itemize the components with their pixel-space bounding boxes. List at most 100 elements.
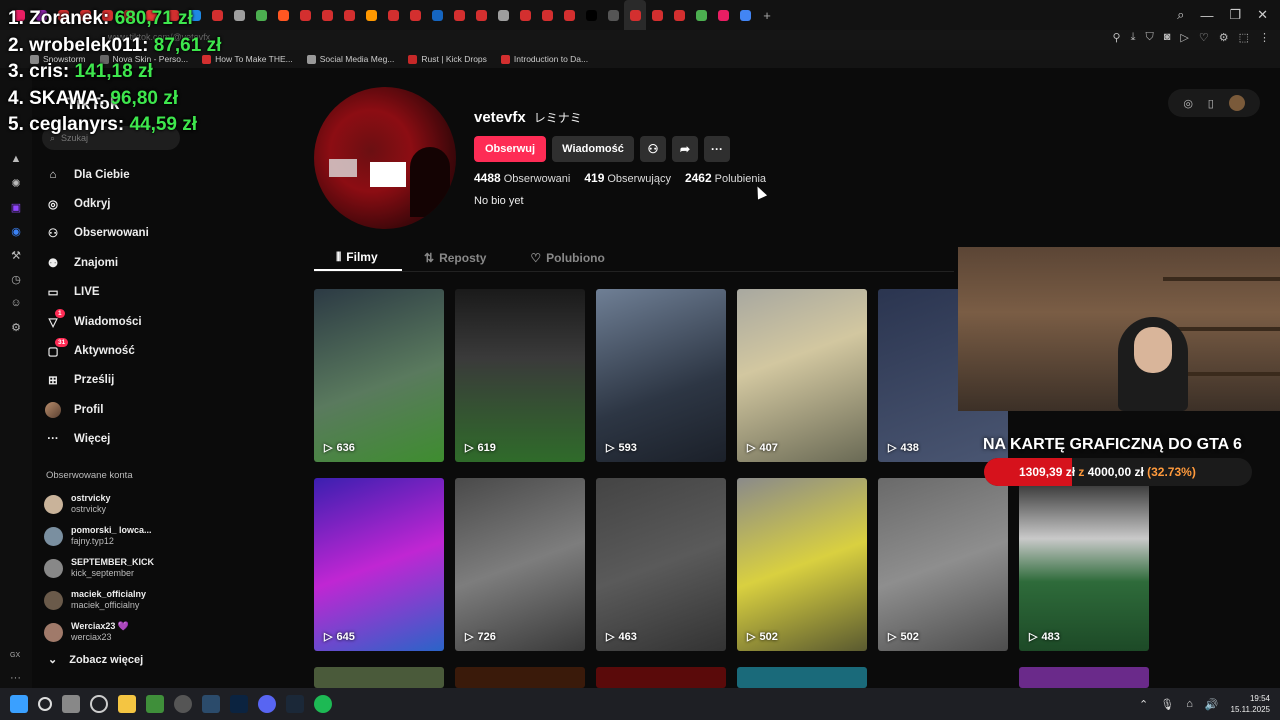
followed-account[interactable]: SEPTEMBER_KICK kick_september (44, 552, 214, 584)
video-thumbnail[interactable]: ▷ 636 (314, 289, 444, 462)
browser-tab[interactable] (404, 0, 426, 30)
windows-start-icon[interactable] (10, 695, 28, 713)
profile-avatar[interactable] (314, 87, 456, 229)
nav-item-activity[interactable]: ▢ 31 Aktywność (44, 336, 214, 365)
nav-item-following[interactable]: ⚇ Obserwowani (44, 219, 214, 248)
search-icon[interactable] (38, 697, 52, 711)
followed-account[interactable]: Werciax23 💜 werciax23 (44, 616, 214, 648)
minimize-icon[interactable]: — (1200, 8, 1213, 23)
browser-tab[interactable] (734, 0, 756, 30)
followed-account[interactable]: pomorski_ lowca... fajny.typ12 (44, 520, 214, 552)
video-thumbnail[interactable] (737, 667, 867, 688)
chatgpt-icon[interactable]: ✺ (9, 176, 23, 190)
browser-tab[interactable] (272, 0, 294, 30)
user-avatar[interactable] (1228, 95, 1245, 111)
nav-item-profile[interactable]: Profil (44, 395, 214, 424)
volume-icon[interactable]: 🔊 (1205, 698, 1219, 711)
aria-icon[interactable]: ▲ (9, 152, 23, 166)
settings-icon[interactable]: ⚙ (1219, 31, 1229, 44)
download-icon[interactable]: ⤓ (1131, 31, 1136, 44)
browser-tab[interactable] (558, 0, 580, 30)
stat-2[interactable]: 2462 Polubienia (685, 171, 766, 185)
photoshop-icon[interactable] (230, 695, 248, 713)
video-thumbnail[interactable] (314, 667, 444, 688)
browser-tab[interactable] (316, 0, 338, 30)
video-thumbnail[interactable]: ▷ 463 (596, 478, 726, 651)
stat-1[interactable]: 419 Obserwujący (584, 171, 671, 185)
tab-polubiono[interactable]: ♡ Polubiono (508, 245, 626, 271)
add-friend-icon[interactable]: ⚇ (640, 136, 666, 162)
maximize-icon[interactable]: ❐ (1229, 7, 1241, 23)
extensions-icon[interactable]: ⬚ (1239, 31, 1249, 44)
more-dots-icon[interactable]: ··· (10, 672, 21, 684)
app-icon[interactable] (174, 695, 192, 713)
file-explorer-icon[interactable] (118, 695, 136, 713)
video-thumbnail[interactable] (1019, 667, 1149, 688)
browser-tab[interactable] (360, 0, 382, 30)
history-icon[interactable]: ◷ (9, 272, 23, 286)
message-button[interactable]: Wiadomość (552, 136, 634, 162)
opera-gx-icon[interactable] (90, 695, 108, 713)
browser-tab[interactable] (448, 0, 470, 30)
nav-item-friends[interactable]: ⚉ Znajomi (44, 248, 214, 277)
tab-reposty[interactable]: ⇅ Reposty (402, 245, 508, 271)
search-tabs-icon[interactable]: ⌕ (1177, 7, 1184, 23)
browser-tab[interactable] (646, 0, 668, 30)
network-icon[interactable]: ⌂ (1186, 698, 1193, 710)
followed-account[interactable]: maciek_officialny maciek_officialny (44, 584, 214, 616)
browser-tab[interactable] (536, 0, 558, 30)
camera-icon[interactable]: ◙ (1164, 31, 1171, 43)
video-thumbnail[interactable]: ▷ 619 (455, 289, 585, 462)
mod-icon[interactable]: ☺ (9, 296, 23, 310)
minecraft-icon[interactable] (146, 695, 164, 713)
bookmark-item[interactable]: Rust | Kick Drops (408, 54, 487, 64)
play-icon[interactable]: ▷ (1180, 31, 1188, 44)
browser-tab[interactable] (294, 0, 316, 30)
menu-icon[interactable]: ⋮ (1259, 31, 1270, 44)
video-thumbnail[interactable]: ▷ 407 (737, 289, 867, 462)
chevron-up-icon[interactable]: ⌃ (1139, 698, 1148, 711)
browser-tab[interactable] (228, 0, 250, 30)
nav-item-messages[interactable]: ▽ 1 Wiadomości (44, 307, 214, 336)
tab-filmy[interactable]: ⦀ Filmy (314, 245, 402, 271)
heart-icon[interactable]: ♡ (1199, 31, 1209, 44)
browser-tab[interactable] (492, 0, 514, 30)
browser-tab[interactable] (470, 0, 492, 30)
browser-tab[interactable] (580, 0, 602, 30)
bookmark-item[interactable]: Introduction to Da... (500, 54, 588, 64)
tools-icon[interactable]: ⚒ (9, 248, 23, 262)
browser-tab[interactable] (338, 0, 360, 30)
video-thumbnail[interactable]: ▷ 645 (314, 478, 444, 651)
clock[interactable]: 19:54 15.11.2025 (1231, 693, 1270, 715)
video-thumbnail[interactable]: ▷ 502 (737, 478, 867, 651)
davinci-icon[interactable] (202, 695, 220, 713)
browser-tab[interactable] (690, 0, 712, 30)
followed-account[interactable]: ostrvicky ostrvicky (44, 488, 214, 520)
nav-item-compass[interactable]: ◎ Odkryj (44, 189, 214, 218)
nav-item-upload[interactable]: ⊞ Prześlij (44, 366, 214, 395)
browser-tab[interactable] (602, 0, 624, 30)
video-thumbnail[interactable]: ▷ 726 (455, 478, 585, 651)
nav-item-home[interactable]: ⌂ Dla Ciebie (44, 160, 214, 189)
video-thumbnail[interactable]: ▷ 502 (878, 478, 1008, 651)
messenger-icon[interactable]: ◉ (9, 224, 23, 238)
video-thumbnail[interactable] (455, 667, 585, 688)
settings-icon[interactable]: ⚙ (9, 320, 23, 334)
discord-icon[interactable] (258, 695, 276, 713)
bookmark-item[interactable]: Social Media Meg... (306, 54, 394, 64)
browser-tab[interactable] (426, 0, 448, 30)
stat-0[interactable]: 4488 Obserwowani (474, 171, 570, 185)
shield-icon[interactable]: ⛉ (1145, 31, 1153, 44)
steam-icon[interactable] (286, 695, 304, 713)
browser-tab[interactable] (712, 0, 734, 30)
spotify-icon[interactable] (314, 695, 332, 713)
more-options-icon[interactable]: ··· (704, 136, 730, 162)
video-thumbnail[interactable] (596, 667, 726, 688)
browser-tab[interactable] (514, 0, 536, 30)
compass-icon[interactable]: ◎ (1183, 97, 1193, 110)
browser-tab[interactable] (624, 0, 646, 30)
nav-item-live[interactable]: ▭ LIVE (44, 278, 214, 307)
browser-tab[interactable] (250, 0, 272, 30)
twitch-icon[interactable]: ▣ (9, 200, 23, 214)
phone-icon[interactable]: ▯ (1208, 97, 1214, 110)
